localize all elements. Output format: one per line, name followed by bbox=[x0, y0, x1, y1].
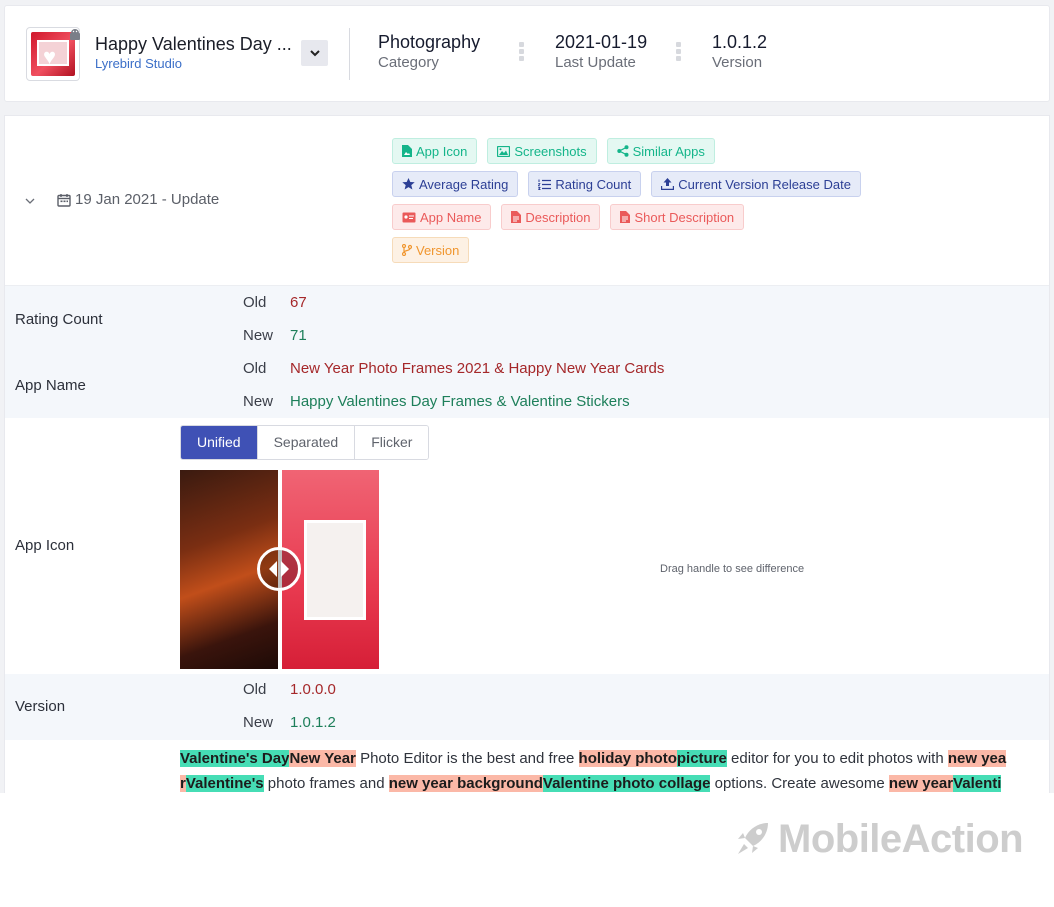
app-switch-dropdown[interactable] bbox=[301, 40, 328, 66]
version-change-row: Version Old 1.0.0.0 New 1.0.1.2 bbox=[5, 674, 1049, 740]
chevron-down-icon bbox=[309, 49, 320, 56]
unchanged-text: editor for you to edit photos with bbox=[726, 750, 948, 767]
share-icon bbox=[616, 145, 629, 157]
left-right-arrows-icon bbox=[269, 561, 289, 577]
old-label: Old bbox=[243, 294, 267, 311]
upload-icon bbox=[661, 178, 675, 190]
compare-mode-tabs: Unified Separated Flicker bbox=[180, 425, 430, 460]
calendar-icon bbox=[57, 193, 71, 207]
field-label: App Icon bbox=[15, 537, 75, 554]
separator-dots bbox=[519, 42, 525, 66]
divider bbox=[349, 28, 350, 80]
tag-app-icon[interactable]: App Icon bbox=[392, 138, 478, 164]
removed-text: new yea bbox=[947, 750, 1007, 767]
tag-version[interactable]: Version bbox=[392, 237, 470, 263]
tag-current-version-release-date[interactable]: Current Version Release Date bbox=[651, 171, 861, 197]
old-value: 67 bbox=[290, 294, 307, 311]
app-header-card: ♥ Happy Valentines Day ... Lyrebird Stud… bbox=[4, 5, 1050, 102]
update-date: 19 Jan 2021 - Update bbox=[57, 191, 219, 208]
drag-hint-text: Drag handle to see difference bbox=[660, 563, 805, 575]
tag-similar-apps[interactable]: Similar Apps bbox=[606, 138, 715, 164]
added-text: Valenti bbox=[953, 775, 1002, 792]
added-text: Valentine's bbox=[185, 775, 264, 792]
star-icon bbox=[402, 178, 415, 190]
category-value: Photography bbox=[378, 32, 481, 52]
update-changes-panel: 19 Jan 2021 - Update App Icon Screenshot… bbox=[4, 115, 1050, 793]
new-label: New bbox=[243, 327, 274, 344]
tag-screenshots[interactable]: Screenshots bbox=[487, 138, 597, 164]
numbered-list-icon bbox=[538, 179, 552, 190]
changed-fields-tags: App Icon Screenshots Similar Apps Averag… bbox=[392, 138, 1032, 270]
unchanged-text: Photo Editor is the best and free bbox=[355, 750, 579, 767]
app-icon-change-row: App Icon bbox=[5, 418, 1049, 674]
tag-average-rating[interactable]: Average Rating bbox=[392, 171, 519, 197]
field-label: Rating Count bbox=[15, 311, 103, 328]
code-branch-icon bbox=[402, 244, 412, 256]
new-value: 1.0.1.2 bbox=[290, 714, 336, 731]
app-developer[interactable]: Lyrebird Studio bbox=[95, 56, 182, 71]
removed-text: new year bbox=[888, 775, 954, 792]
last-update-value: 2021-01-19 bbox=[555, 32, 648, 52]
version-value: 1.0.1.2 bbox=[712, 32, 768, 52]
file-text-icon bbox=[620, 211, 631, 223]
new-label: New bbox=[243, 393, 274, 410]
tab-unified[interactable]: Unified bbox=[181, 426, 258, 459]
unchanged-text: options. Create awesome bbox=[710, 775, 889, 792]
new-label: New bbox=[243, 714, 274, 731]
added-text: Valentine photo collage bbox=[542, 775, 711, 792]
tab-separated[interactable]: Separated bbox=[257, 426, 356, 459]
tag-short-description[interactable]: Short Description bbox=[610, 204, 745, 230]
id-card-icon bbox=[402, 212, 416, 222]
category-stat: Photography Category bbox=[378, 32, 480, 71]
old-value: New Year Photo Frames 2021 & Happy New Y… bbox=[290, 360, 665, 377]
version-label: Version bbox=[712, 54, 763, 71]
old-value: 1.0.0.0 bbox=[290, 681, 336, 698]
last-update-stat: 2021-01-19 Last Update bbox=[555, 32, 647, 71]
update-date-text: 19 Jan 2021 - Update bbox=[75, 191, 220, 208]
removed-text: New Year bbox=[289, 750, 356, 767]
image-icon bbox=[497, 145, 511, 157]
mobileaction-logo: MobileAction bbox=[734, 816, 1024, 861]
new-value: 71 bbox=[290, 327, 307, 344]
tab-flicker[interactable]: Flicker bbox=[355, 426, 429, 459]
version-stat: 1.0.1.2 Version bbox=[712, 32, 767, 71]
rating-count-change-row: Rating Count Old 67 New 71 bbox=[5, 286, 1049, 352]
drag-handle[interactable] bbox=[257, 547, 301, 591]
added-text: Valentine's Day bbox=[180, 750, 290, 767]
new-value: Happy Valentines Day Frames & Valentine … bbox=[290, 393, 630, 410]
removed-text: r bbox=[180, 775, 186, 792]
category-label: Category bbox=[378, 54, 439, 71]
unchanged-text: photo frames and bbox=[263, 775, 389, 792]
file-image-icon bbox=[402, 145, 412, 157]
added-text: picture bbox=[676, 750, 727, 767]
icon-compare-slider[interactable] bbox=[180, 470, 379, 669]
description-diff: Valentine's DayNew Year Photo Editor is … bbox=[180, 746, 1040, 793]
separator-dots bbox=[676, 42, 682, 66]
removed-text: holiday photo bbox=[578, 750, 677, 767]
removed-text: new year background bbox=[388, 775, 543, 792]
description-line: rValentine's photo frames and new year b… bbox=[180, 771, 1040, 793]
description-line: Valentine's DayNew Year Photo Editor is … bbox=[180, 746, 1040, 771]
old-label: Old bbox=[243, 360, 267, 377]
chevron-down-icon[interactable] bbox=[25, 196, 35, 206]
field-label: Version bbox=[15, 698, 66, 715]
android-icon bbox=[70, 29, 80, 40]
field-label: App Name bbox=[15, 377, 86, 394]
brand-name: MobileAction bbox=[778, 816, 1024, 861]
tag-app-name[interactable]: App Name bbox=[392, 204, 492, 230]
last-update-label: Last Update bbox=[555, 54, 636, 71]
old-label: Old bbox=[243, 681, 267, 698]
app-name-change-row: App Name Old New Year Photo Frames 2021 … bbox=[5, 352, 1049, 418]
file-text-icon bbox=[511, 211, 522, 223]
tag-description[interactable]: Description bbox=[501, 204, 601, 230]
update-row[interactable]: 19 Jan 2021 - Update App Icon Screenshot… bbox=[5, 116, 1049, 286]
rocket-logo-icon bbox=[738, 823, 768, 854]
tag-rating-count[interactable]: Rating Count bbox=[528, 171, 642, 197]
app-title[interactable]: Happy Valentines Day ... bbox=[95, 34, 292, 55]
